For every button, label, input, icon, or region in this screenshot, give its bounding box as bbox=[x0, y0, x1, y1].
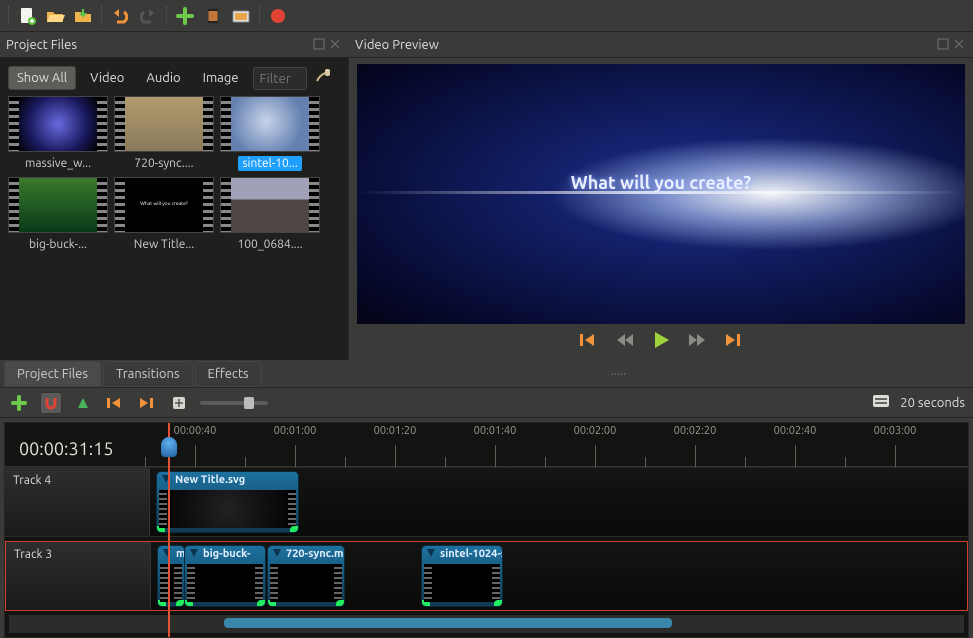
project-file-item[interactable]: sintel-10... bbox=[220, 96, 320, 171]
project-file-item[interactable]: 720-sync.... bbox=[114, 96, 214, 171]
add-file-button[interactable] bbox=[173, 5, 197, 27]
playhead-grip[interactable] bbox=[161, 437, 177, 457]
filter-image[interactable]: Image bbox=[195, 67, 247, 89]
filter-input[interactable] bbox=[253, 67, 307, 90]
prev-marker-button[interactable] bbox=[104, 392, 126, 414]
timeline-track[interactable]: Track 4 New Title.svg bbox=[5, 467, 968, 537]
playback-controls bbox=[357, 324, 965, 356]
fullscreen-button[interactable] bbox=[229, 5, 253, 27]
project-file-item[interactable]: What will you create? New Title... bbox=[114, 177, 214, 252]
timeline-clip[interactable]: 720-sync.mp4 bbox=[267, 545, 345, 607]
panel-float-icon[interactable] bbox=[937, 38, 951, 52]
profile-button[interactable] bbox=[201, 5, 225, 27]
clear-filter-icon[interactable] bbox=[313, 67, 333, 90]
timeline-clip[interactable]: big-buck- bbox=[184, 545, 266, 607]
timeline-ruler[interactable]: 00:00:31:15 00:00:4000:01:0000:01:2000:0… bbox=[5, 423, 968, 467]
project-files-title-text: Project Files bbox=[6, 38, 77, 52]
jump-start-button[interactable] bbox=[578, 330, 600, 350]
project-files-panel-title: Project Files bbox=[0, 32, 349, 58]
filter-show-all[interactable]: Show All bbox=[8, 66, 76, 90]
timeline-track[interactable]: Track 3 m big-buck- 720-sync.mp4 sintel-… bbox=[5, 541, 968, 611]
project-file-item[interactable]: 100_0684.... bbox=[220, 177, 320, 252]
tab-effects[interactable]: Effects bbox=[195, 361, 262, 387]
track-header[interactable]: Track 4 bbox=[5, 468, 150, 536]
snap-toggle[interactable] bbox=[40, 392, 62, 414]
timeline-clip[interactable]: New Title.svg bbox=[156, 471, 299, 533]
project-files-filters: Show All Video Audio Image bbox=[8, 66, 340, 90]
jump-end-button[interactable] bbox=[722, 330, 744, 350]
playhead-timecode: 00:00:31:15 bbox=[19, 439, 114, 459]
panel-close-icon[interactable] bbox=[953, 38, 967, 52]
project-file-item[interactable]: big-buck-... bbox=[8, 177, 108, 252]
track-body[interactable]: New Title.svg bbox=[150, 468, 968, 536]
project-file-label: 720-sync.... bbox=[130, 156, 197, 171]
video-preview-canvas[interactable]: What will you create? bbox=[357, 64, 965, 324]
timeline-clip[interactable]: sintel-1024-surround.mp4 bbox=[421, 545, 503, 607]
zoom-label: 20 seconds bbox=[900, 396, 965, 410]
project-files-grid: massive_w... 720-sync.... sintel-10... b… bbox=[8, 96, 340, 252]
project-file-label: big-buck-... bbox=[25, 237, 91, 252]
center-playhead-button[interactable] bbox=[168, 392, 190, 414]
fast-forward-button[interactable] bbox=[686, 330, 708, 350]
track-header[interactable]: Track 3 bbox=[6, 542, 151, 610]
zoom-slider[interactable] bbox=[200, 401, 268, 405]
add-track-button[interactable] bbox=[8, 392, 30, 414]
project-file-label: massive_w... bbox=[21, 156, 95, 171]
filter-audio[interactable]: Audio bbox=[138, 67, 188, 89]
razor-button[interactable] bbox=[72, 392, 94, 414]
timeline-toolbar: 20 seconds bbox=[0, 388, 973, 418]
export-button[interactable] bbox=[266, 5, 290, 27]
main-toolbar bbox=[0, 0, 973, 32]
open-file-button[interactable] bbox=[43, 5, 67, 27]
save-file-button[interactable] bbox=[71, 5, 95, 27]
new-file-button[interactable] bbox=[15, 5, 39, 27]
timeline-clip[interactable]: m bbox=[157, 545, 185, 607]
zoom-mode-icon[interactable] bbox=[872, 393, 890, 412]
timeline-tracks: Track 4 New Title.svg Track 3 m big-buck… bbox=[5, 467, 968, 615]
project-file-label: New Title... bbox=[130, 237, 198, 252]
track-body[interactable]: m big-buck- 720-sync.mp4 sintel-1024-sur… bbox=[151, 542, 967, 610]
panel-float-icon[interactable] bbox=[313, 38, 327, 52]
project-file-label: sintel-10... bbox=[238, 156, 301, 171]
panel-close-icon[interactable] bbox=[329, 38, 343, 52]
timeline: 00:00:31:15 00:00:4000:01:0000:01:2000:0… bbox=[4, 422, 969, 638]
undo-button[interactable] bbox=[108, 5, 132, 27]
video-preview-panel-title: Video Preview bbox=[349, 32, 973, 58]
preview-overlay-text: What will you create? bbox=[357, 173, 965, 193]
next-marker-button[interactable] bbox=[136, 392, 158, 414]
filter-video[interactable]: Video bbox=[82, 67, 132, 89]
bottom-tabs: Project Files Transitions Effects ····· bbox=[0, 360, 973, 388]
rewind-button[interactable] bbox=[614, 330, 636, 350]
project-file-label: 100_0684.... bbox=[233, 237, 306, 252]
play-button[interactable] bbox=[650, 330, 672, 350]
project-file-item[interactable]: massive_w... bbox=[8, 96, 108, 171]
redo-button[interactable] bbox=[136, 5, 160, 27]
tab-project-files[interactable]: Project Files bbox=[4, 361, 101, 387]
tab-transitions[interactable]: Transitions bbox=[103, 361, 193, 387]
video-preview-title-text: Video Preview bbox=[355, 38, 439, 52]
timeline-scrollbar[interactable] bbox=[9, 615, 964, 633]
